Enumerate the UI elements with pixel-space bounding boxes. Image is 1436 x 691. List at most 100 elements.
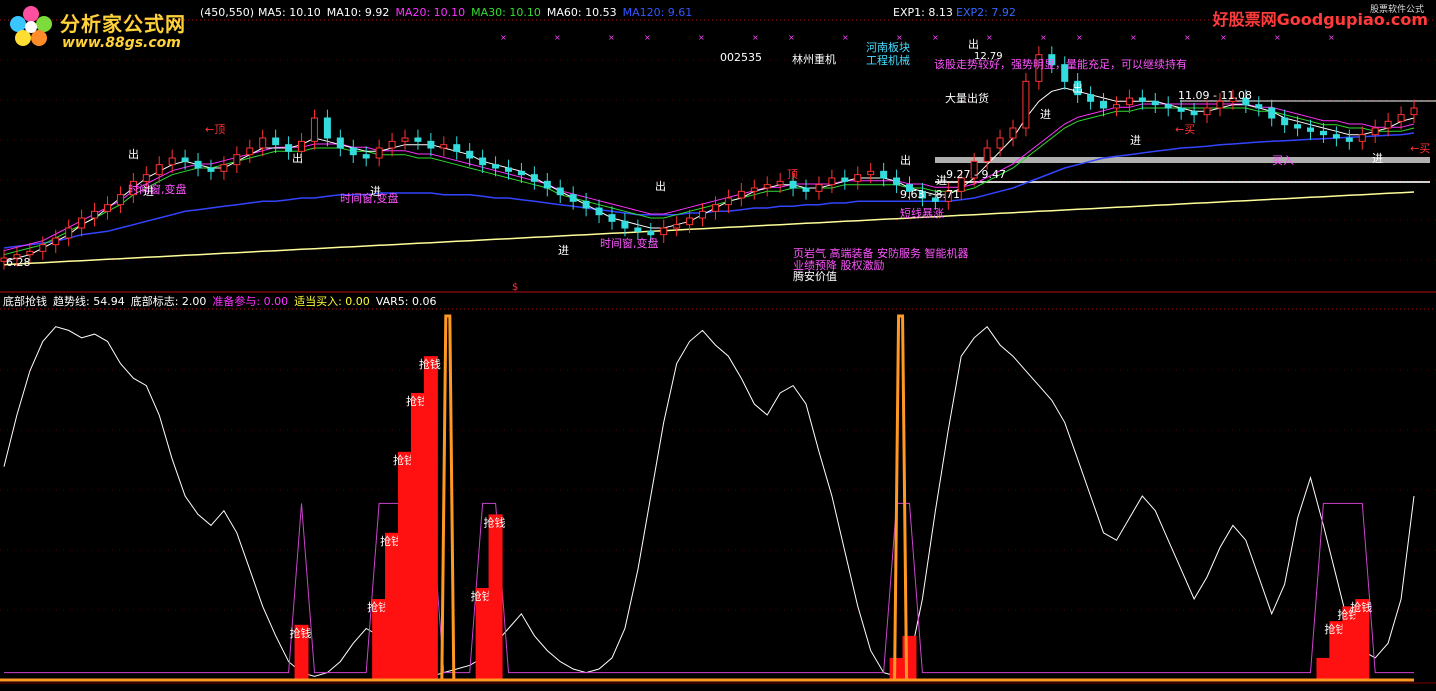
candle-body-57 — [737, 190, 745, 199]
indicator-legend-item-3: 适当买入: 0.00 — [294, 295, 370, 308]
signal-bar-38 — [488, 514, 503, 680]
candle-body-41 — [530, 174, 538, 182]
signal-label-33: 抢钱 — [419, 357, 441, 371]
chu-marker-4: 出 — [900, 154, 911, 167]
top-marker-0: × — [500, 33, 507, 42]
top-marker-5: × — [752, 33, 759, 42]
chart-canvas: × × × × × × × × × × × × × × × × × ×抢钱抢钱抢钱抢钱抢钱抢钱抢钱抢钱抢钱抢钱抢钱 — [0, 19, 1436, 684]
trend-line — [3, 325, 1415, 677]
top-marker-3: × — [644, 33, 651, 42]
ma-legend-item-5: MA120: 9.61 — [622, 6, 693, 19]
candle-body-77 — [996, 137, 1004, 149]
candle-body-8 — [103, 204, 111, 212]
candle-body-89 — [1151, 100, 1159, 106]
candle-body-26 — [336, 137, 344, 149]
jin-marker-7: 进 — [1372, 152, 1383, 165]
support-band-1 — [935, 157, 1430, 163]
jin-marker-4: 进 — [936, 174, 947, 187]
ma-slow-line — [3, 132, 1415, 249]
chu-marker-1: 出 — [128, 148, 139, 161]
signal-bar-102 — [1316, 657, 1331, 680]
indicator-name: 底部抢钱 — [3, 295, 47, 308]
candle-body-98 — [1268, 107, 1276, 119]
signal-bar-31 — [398, 451, 413, 680]
candle-body-48 — [621, 220, 629, 229]
logo-url: www.88gs.com — [62, 35, 181, 51]
ma-legend-item-3: MA30: 10.10 — [471, 6, 541, 19]
candle-body-24 — [310, 117, 318, 142]
candle-body-6 — [78, 217, 86, 229]
candle-body-87 — [1125, 97, 1133, 106]
prepare-step-line — [4, 502, 1414, 674]
candle-body-25 — [323, 117, 331, 139]
long-trend-line — [3, 191, 1415, 266]
candle-body-55 — [711, 204, 719, 212]
candle-body-58 — [750, 187, 758, 192]
ma-legend-item-0: MA5: 10.10 — [258, 6, 321, 19]
candle-body-101 — [1307, 127, 1315, 132]
candle-body-30 — [388, 140, 396, 149]
jin-marker-5: 进 — [1040, 108, 1051, 121]
candle-body-12 — [155, 164, 163, 176]
time-window-1: 时间窗,变盘 — [128, 183, 187, 196]
candle-body-37 — [479, 157, 487, 166]
signal-bar-69 — [889, 657, 904, 680]
ma-legend: MA5: 10.10 MA10: 9.92 MA20: 10.10 MA30: 10.… — [258, 6, 698, 19]
candle-body-39 — [504, 167, 512, 172]
candle-body-107 — [1384, 120, 1392, 129]
candle-body-38 — [492, 164, 500, 169]
candle-body-92 — [1190, 110, 1198, 116]
top-marker-11: × — [1040, 33, 1047, 42]
signal-label-105: 抢钱 — [1350, 600, 1372, 614]
ma-legend-item-1: MA10: 9.92 — [326, 6, 390, 19]
indicator-legend-item-0: 趋势线: 54.94 — [53, 295, 125, 308]
candle-body-86 — [1112, 104, 1120, 109]
range-label: 11.09 - 11.08 — [1178, 89, 1252, 102]
short-surge-label: 短线暴涨 — [900, 207, 944, 220]
candle-body-67 — [867, 170, 875, 176]
top-marker-10: × — [986, 33, 993, 42]
range2-label: 9.27 - 9.47 — [946, 168, 1006, 181]
candle-body-104 — [1345, 137, 1353, 142]
top-marker-1: × — [554, 33, 561, 42]
candle-body-28 — [362, 154, 370, 159]
candle-body-29 — [375, 147, 383, 159]
candle-body-52 — [673, 224, 681, 229]
signal-bar-32 — [410, 392, 425, 680]
candle-body-63 — [815, 184, 823, 192]
top-marker-9: × — [932, 33, 939, 42]
time-window-3: 时间窗,变盘 — [600, 237, 659, 250]
candle-body-93 — [1203, 107, 1211, 116]
candle-body-64 — [828, 177, 836, 186]
candle-body-85 — [1100, 100, 1108, 109]
ma-legend-item-2: MA20: 10.10 — [395, 6, 466, 19]
candle-body-102 — [1319, 130, 1327, 136]
chart-window: × × × × × × × × × × × × × × × × × × 抢钱 抢钱 抢钱 抢钱 抢钱 抢钱 抢钱 抢钱 抢钱 抢钱 抢钱… — [0, 0, 1436, 691]
top-price-label: 12.79 — [974, 51, 1003, 62]
candle-body-4 — [52, 237, 60, 246]
candle-body-69 — [893, 177, 901, 186]
brand-name: 好股票网 — [1212, 10, 1277, 29]
range3-label: 9.63 - 8.71 — [900, 188, 960, 201]
brand-logo: 股票软件公式 好股票网Goodgupiao.com — [1212, 5, 1428, 30]
candle-body-27 — [349, 147, 357, 156]
candle-body-13 — [168, 157, 176, 166]
candle-body-35 — [453, 144, 461, 152]
ma-fast-line — [3, 87, 1415, 262]
brand-tag: 股票软件公式 — [1369, 5, 1424, 15]
candle-body-88 — [1138, 97, 1146, 102]
jin-marker-1: 进 — [143, 185, 154, 198]
exp1-label: EXP1: 8.13 — [893, 6, 953, 19]
value-tag: 腾安价值 — [793, 270, 837, 283]
stock-comment: 该股走势较好，强势明显，量能充足，可以继续持有 — [934, 58, 1187, 71]
candle-body-33 — [427, 140, 435, 149]
candle-body-14 — [181, 157, 189, 162]
top-marker-17: × — [1328, 33, 1335, 42]
top-marker-4: × — [698, 33, 705, 42]
candle-body-32 — [414, 137, 422, 142]
candle-body-84 — [1087, 94, 1095, 102]
top-marker-14: × — [1184, 33, 1191, 42]
candle-body-94 — [1216, 100, 1224, 109]
dollar-marker: $ — [512, 282, 519, 293]
candle-body-53 — [686, 217, 694, 226]
